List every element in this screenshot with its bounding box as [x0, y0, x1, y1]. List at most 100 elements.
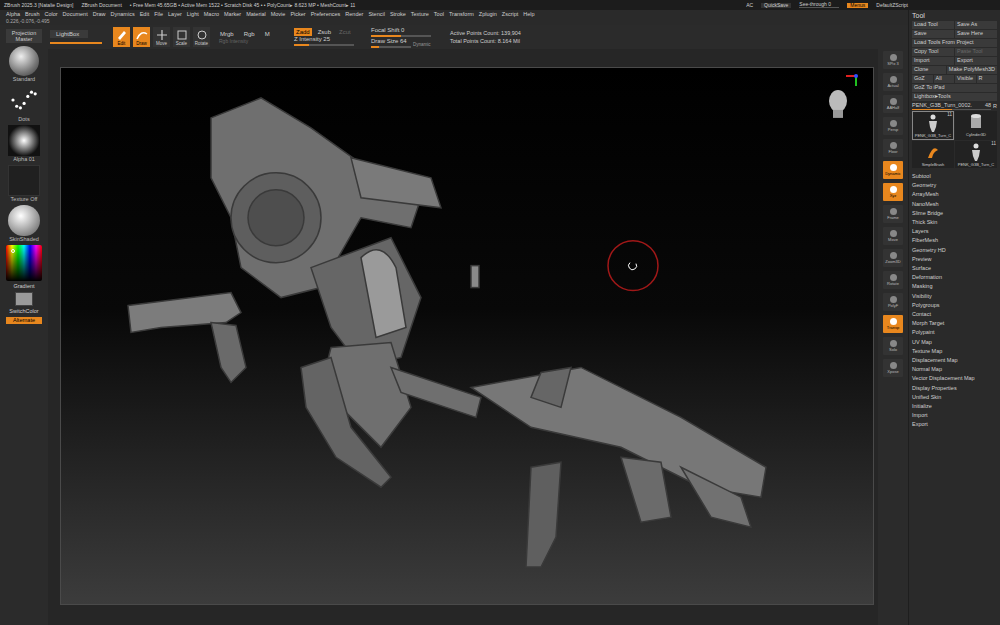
tool-section[interactable]: Unified Skin	[912, 393, 997, 402]
orientation-gizmo-icon[interactable]	[829, 74, 858, 118]
menu-item[interactable]: Color	[44, 12, 57, 18]
menu-item[interactable]: Stencil	[368, 12, 385, 18]
lightbox-tools-button[interactable]: Lightbox▸Tools	[912, 93, 997, 101]
mode-button[interactable]: Move	[153, 27, 170, 47]
tool-section[interactable]: Morph Target	[912, 319, 997, 328]
tool-section[interactable]: Polypaint	[912, 328, 997, 337]
tool-section[interactable]: Export	[912, 420, 997, 429]
draw-size-slider[interactable]: Draw Size 64	[371, 38, 411, 48]
tool-section[interactable]: Preview	[912, 255, 997, 264]
tool-button[interactable]: Save As	[955, 21, 997, 29]
see-through-slider[interactable]: See-through 0	[799, 2, 839, 8]
menu-item[interactable]: Alpha	[6, 12, 20, 18]
tool-section[interactable]: Displacement Map	[912, 356, 997, 365]
tool-section[interactable]: Display Properties	[912, 384, 997, 393]
shelf-button[interactable]: Actual	[883, 73, 903, 91]
alternate-button[interactable]: Alternate	[6, 317, 42, 324]
menu-item[interactable]: Stroke	[390, 12, 406, 18]
tool-thumbnail[interactable]: 11PENK_G3B_Turn_C	[912, 111, 954, 140]
tool-button[interactable]: Paste Tool	[955, 48, 997, 56]
shelf-button[interactable]: PolyF	[883, 293, 903, 311]
tool-button[interactable]: Make PolyMesh3D	[947, 66, 997, 74]
menu-item[interactable]: Tool	[434, 12, 444, 18]
menu-item[interactable]: File	[154, 12, 163, 18]
tool-section[interactable]: Polygroups	[912, 301, 997, 310]
color-mode-button[interactable]: M	[264, 30, 271, 38]
menu-item[interactable]: Macro	[204, 12, 219, 18]
shelf-button[interactable]: Solo	[883, 337, 903, 355]
tool-section[interactable]: Geometry HD	[912, 246, 997, 255]
canvas[interactable]	[60, 67, 874, 605]
menu-item[interactable]: Edit	[140, 12, 149, 18]
tray-item[interactable]: Standard	[4, 45, 44, 83]
tray-item[interactable]: Alpha 01	[4, 125, 44, 163]
tool-button[interactable]: All	[934, 75, 955, 83]
shelf-button[interactable]: Dynamic	[883, 161, 903, 179]
menu-item[interactable]: Material	[246, 12, 266, 18]
z-intensity-slider[interactable]: Z Intensity 25	[294, 36, 354, 46]
menu-item[interactable]: Brush	[25, 12, 39, 18]
color-picker[interactable]	[6, 245, 42, 281]
shelf-button[interactable]: Rotate	[883, 271, 903, 289]
tool-section[interactable]: Normal Map	[912, 365, 997, 374]
menu-item[interactable]: Dynamics	[111, 12, 135, 18]
color-mode-button[interactable]: Mrgb	[219, 30, 235, 38]
tool-thumbnail[interactable]: Cylinder3D	[955, 111, 997, 140]
shelf-button[interactable]: Xpose	[883, 359, 903, 377]
shelf-button[interactable]: Floor	[883, 139, 903, 157]
tool-section[interactable]: Deformation	[912, 273, 997, 282]
shelf-button[interactable]: Persp	[883, 117, 903, 135]
shelf-button[interactable]: Xyz	[883, 183, 903, 201]
tool-section[interactable]: Layers	[912, 227, 997, 236]
tool-thumbnail[interactable]: 11PENK_G3B_Turn_C	[955, 141, 997, 168]
mode-button[interactable]: Scale	[173, 27, 190, 47]
menu-item[interactable]: Light	[187, 12, 199, 18]
mode-button[interactable]: Edit	[113, 27, 130, 47]
tool-button[interactable]: Visible	[955, 75, 976, 83]
gradient-label[interactable]: Gradient	[13, 283, 34, 290]
menu-item[interactable]: Document	[63, 12, 88, 18]
menus-button[interactable]: Menus	[847, 3, 868, 8]
tool-section[interactable]: Contact	[912, 310, 997, 319]
tool-section[interactable]: ArrayMesh	[912, 190, 997, 199]
tool-button[interactable]: GoZ	[912, 75, 933, 83]
tool-section[interactable]: Texture Map	[912, 347, 997, 356]
tool-section[interactable]: UV Map	[912, 338, 997, 347]
tool-section[interactable]: FiberMesh	[912, 236, 997, 245]
tool-button[interactable]: GoZ To iPad	[912, 84, 997, 92]
tray-item[interactable]: Dots	[4, 85, 44, 123]
projection-master-button[interactable]: Projection Master	[6, 29, 42, 43]
tool-button[interactable]: Export	[955, 57, 997, 65]
shelf-button[interactable]: AAHalf	[883, 95, 903, 113]
tool-section[interactable]: Slime Bridge	[912, 209, 997, 218]
quicksave-button[interactable]: QuickSave	[761, 3, 791, 8]
tool-button[interactable]: Import	[912, 57, 954, 65]
z-mode-button[interactable]: Zadd	[294, 28, 312, 36]
color-mode-button[interactable]: Rgb	[243, 30, 256, 38]
tool-section[interactable]: Thick Skin	[912, 218, 997, 227]
menu-item[interactable]: Preferences	[311, 12, 341, 18]
menu-item[interactable]: Draw	[93, 12, 106, 18]
z-mode-button[interactable]: Zcut	[337, 28, 353, 36]
tool-button[interactable]: R	[977, 75, 998, 83]
tool-button[interactable]: Save	[912, 30, 954, 38]
menu-item[interactable]: Marker	[224, 12, 241, 18]
mode-button[interactable]: Rotate	[193, 27, 210, 47]
dynamic-button[interactable]: Dynamic	[413, 43, 431, 48]
current-tool-slider[interactable]: PENK_G3B_Turn_0002.48R	[912, 102, 997, 110]
shelf-button[interactable]: SPix 3	[883, 51, 903, 69]
tool-section[interactable]: NanoMesh	[912, 200, 997, 209]
tray-item[interactable]: Texture Off	[4, 165, 44, 203]
menu-item[interactable]: Help	[523, 12, 534, 18]
tool-section[interactable]: Subtool	[912, 172, 997, 181]
tool-section[interactable]: Masking	[912, 282, 997, 291]
tool-button[interactable]: Load Tools From Project	[912, 39, 997, 47]
tray-item[interactable]: SkinShaded	[4, 205, 44, 243]
tool-button[interactable]: Copy Tool	[912, 48, 954, 56]
tool-section[interactable]: Vector Displacement Map	[912, 374, 997, 383]
focal-shift-slider[interactable]: Focal Shift 0	[371, 27, 431, 37]
shelf-button[interactable]: Frame	[883, 205, 903, 223]
switch-color-button[interactable]: SwitchColor	[9, 308, 38, 315]
menu-item[interactable]: Zplugin	[479, 12, 497, 18]
z-mode-button[interactable]: Zsub	[316, 28, 333, 36]
